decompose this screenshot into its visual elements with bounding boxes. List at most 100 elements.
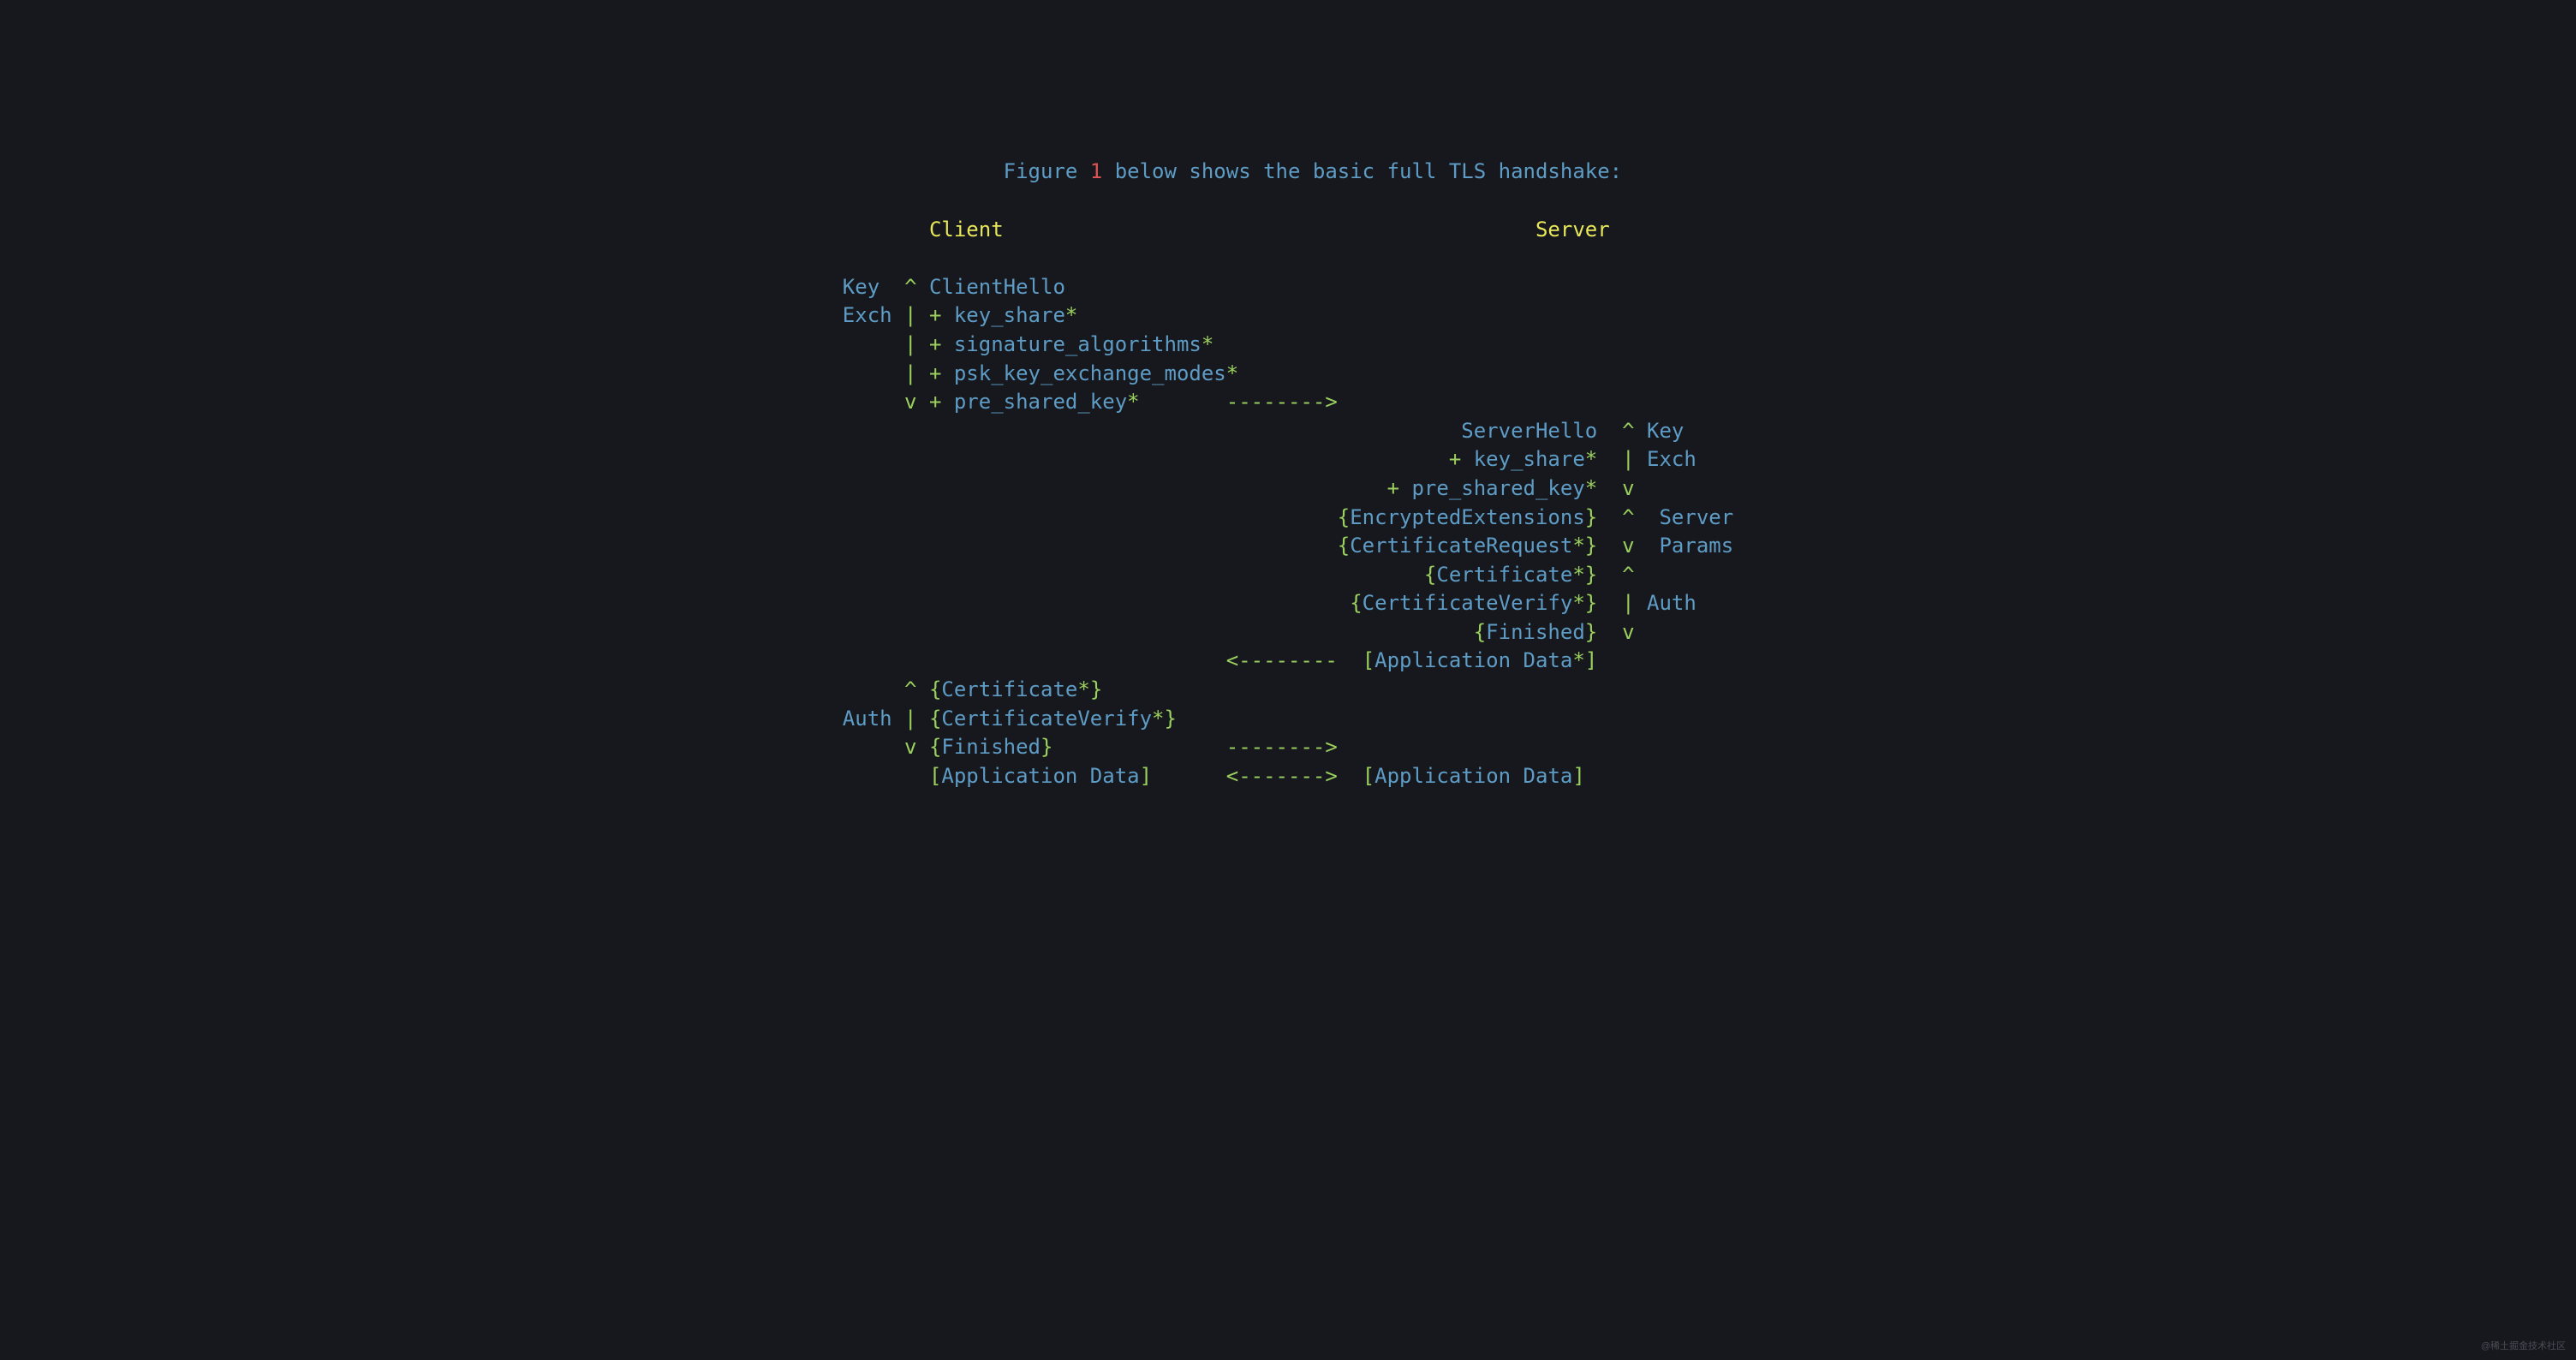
star-icon: * xyxy=(1585,447,1597,471)
plus-icon: + xyxy=(929,303,941,327)
star-icon: * xyxy=(1572,563,1584,587)
finished-msg: Finished xyxy=(941,735,1041,759)
arrow-right-icon: --------> xyxy=(1226,390,1338,414)
rbrack-icon: ] xyxy=(1585,648,1597,672)
lbrace-icon: { xyxy=(929,677,941,701)
vdown-icon: v xyxy=(904,735,916,759)
star-icon: * xyxy=(1585,476,1597,500)
lbrace-icon: { xyxy=(929,707,941,731)
vdown-icon: v xyxy=(1622,534,1634,558)
arrow-leftright-icon: <-------> xyxy=(1226,764,1338,788)
plus-icon: + xyxy=(929,390,941,414)
pipe-icon: | xyxy=(904,707,916,731)
star-icon: * xyxy=(1127,390,1139,414)
caret-icon: ^ xyxy=(904,275,916,299)
row-keyshare: Exch | + key_share* xyxy=(843,303,1078,327)
caret-icon: ^ xyxy=(1622,419,1634,443)
row-client-certverify: Auth | {CertificateVerify*} xyxy=(843,707,1177,731)
row-finished: {Finished} v xyxy=(843,620,1635,644)
plus-icon: + xyxy=(1449,447,1461,471)
finished-msg: Finished xyxy=(1486,620,1585,644)
server-right-label: Server xyxy=(1659,505,1733,529)
title-number: 1 xyxy=(1090,159,1102,183)
lbrace-icon: { xyxy=(1338,534,1350,558)
row-presharedkey: v + pre_shared_key* --------> xyxy=(843,390,1338,414)
row-pskmodes: | + psk_key_exchange_modes* xyxy=(843,361,1238,385)
psk-msg: pre_shared_key xyxy=(954,390,1127,414)
pipe-icon: | xyxy=(904,332,916,356)
lbrace-icon: { xyxy=(1350,591,1362,615)
lbrace-icon: { xyxy=(1424,563,1436,587)
rbrace-icon: } xyxy=(1041,735,1052,759)
clienthello-msg: ClientHello xyxy=(929,275,1065,299)
title-prefix: Figure xyxy=(1004,159,1090,183)
plus-icon: + xyxy=(929,332,941,356)
arrow-left-icon: <-------- xyxy=(1226,648,1338,672)
pipe-icon: | xyxy=(1622,447,1634,471)
row-appdata-server: <-------- [Application Data*] xyxy=(843,648,1597,672)
plus-icon: + xyxy=(1387,476,1399,500)
lbrace-icon: { xyxy=(1338,505,1350,529)
psk-msg: pre_shared_key xyxy=(1411,476,1584,500)
pipe-icon: | xyxy=(904,361,916,385)
title-suffix: below shows the basic full TLS handshake… xyxy=(1102,159,1622,183)
lbrack-icon: [ xyxy=(1363,764,1374,788)
client-header: Client xyxy=(929,218,1004,242)
cert-msg: Certificate xyxy=(1436,563,1572,587)
vdown-icon: v xyxy=(1622,620,1634,644)
pipe-icon: | xyxy=(904,303,916,327)
certverify-msg: CertificateVerify xyxy=(1363,591,1573,615)
lbrack-icon: [ xyxy=(1363,648,1374,672)
params-right-label: Params xyxy=(1659,534,1733,558)
rbrace-icon: } xyxy=(1585,563,1597,587)
vdown-icon: v xyxy=(904,390,916,414)
rbrace-icon: } xyxy=(1090,677,1102,701)
plus-icon: + xyxy=(929,361,941,385)
star-icon: * xyxy=(1572,534,1584,558)
keyshare-msg: key_share xyxy=(954,303,1065,327)
rbrace-icon: } xyxy=(1585,620,1597,644)
key-right-label: Key xyxy=(1647,419,1684,443)
exch-label: Exch xyxy=(843,303,892,327)
caret-icon: ^ xyxy=(1622,505,1634,529)
star-icon: * xyxy=(1065,303,1077,327)
row-sigalg: | + signature_algorithms* xyxy=(843,332,1214,356)
row-server-psk: + pre_shared_key* v xyxy=(843,476,1635,500)
star-icon: * xyxy=(1152,707,1164,731)
header-row: Client Server xyxy=(843,218,1610,242)
star-icon: * xyxy=(1572,591,1584,615)
certreq-msg: CertificateRequest xyxy=(1350,534,1572,558)
lbrace-icon: { xyxy=(1474,620,1486,644)
key-label: Key xyxy=(843,275,880,299)
exch-right-label: Exch xyxy=(1647,447,1696,471)
row-clienthello: Key ^ ClientHello xyxy=(843,275,1065,299)
caret-icon: ^ xyxy=(904,677,916,701)
server-header: Server xyxy=(1535,218,1610,242)
star-icon: * xyxy=(1202,332,1213,356)
lbrace-icon: { xyxy=(929,735,941,759)
rbrace-icon: } xyxy=(1585,534,1597,558)
vdown-icon: v xyxy=(1622,476,1634,500)
rbrace-icon: } xyxy=(1165,707,1177,731)
caret-icon: ^ xyxy=(1622,563,1634,587)
auth-right-label: Auth xyxy=(1647,591,1696,615)
row-cert: {Certificate*} ^ xyxy=(843,563,1635,587)
certverify-msg: CertificateVerify xyxy=(941,707,1152,731)
pipe-icon: | xyxy=(1622,591,1634,615)
rbrace-icon: } xyxy=(1585,505,1597,529)
rbrack-icon: ] xyxy=(1572,764,1584,788)
watermark-text: @稀土掘金技术社区 xyxy=(2481,1340,2566,1353)
star-icon: * xyxy=(1572,648,1584,672)
row-appdata-both: [Application Data] <-------> [Applicatio… xyxy=(843,764,1585,788)
star-icon: * xyxy=(1226,361,1238,385)
appdata-msg: Application Data xyxy=(1374,648,1572,672)
sigalg-msg: signature_algorithms xyxy=(954,332,1202,356)
row-client-cert: ^ {Certificate*} xyxy=(843,677,1102,701)
row-certverify: {CertificateVerify*} | Auth xyxy=(843,591,1696,615)
appdata-msg: Application Data xyxy=(1374,764,1572,788)
row-server-keyshare: + key_share* | Exch xyxy=(843,447,1696,471)
appdata-msg: Application Data xyxy=(941,764,1139,788)
cert-msg: Certificate xyxy=(941,677,1077,701)
row-client-finished: v {Finished} --------> xyxy=(843,735,1338,759)
keyshare-msg: key_share xyxy=(1474,447,1585,471)
